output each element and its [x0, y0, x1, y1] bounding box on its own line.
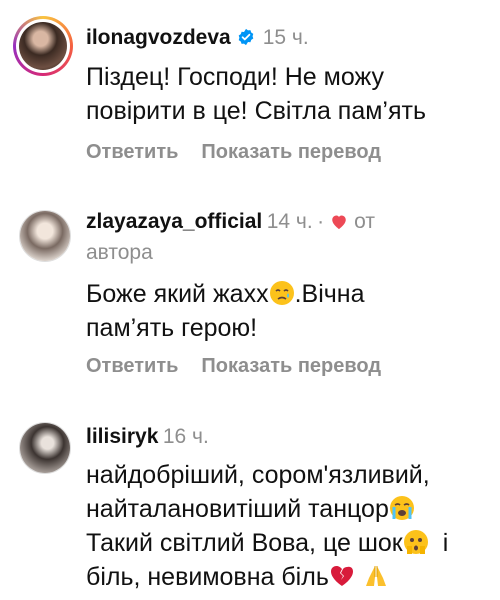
avatar-zlayazaya_official[interactable] [19, 210, 71, 262]
crying-face-icon [269, 281, 294, 305]
show-translation-button[interactable]: Показать перевод [201, 355, 381, 377]
face-holding-back-tears-icon [403, 530, 428, 554]
comment-time: 16 ч. [162, 425, 209, 448]
comment-time: 15 ч. [262, 26, 309, 49]
avatar-lilisiryk[interactable] [19, 422, 71, 474]
show-translation-button[interactable]: Показать перевод [201, 141, 381, 163]
folded-hands-icon [365, 566, 386, 586]
reply-button[interactable]: Ответить [86, 141, 178, 163]
username[interactable]: zlayazaya_official [86, 210, 262, 233]
comment-actions: Ответить Показать перевод [86, 355, 404, 378]
reply-button[interactable]: Ответить [86, 355, 178, 377]
username[interactable]: lilisiryk [86, 425, 158, 448]
comment-text-line: Боже який жахх .Вічна [86, 280, 365, 308]
heart-icon [332, 215, 346, 229]
liked-by-author-label-cont: автора [86, 241, 153, 264]
comment-text-line: повірити в це! Світла пам’ять [86, 97, 426, 125]
meta-separator: · [317, 210, 325, 233]
comment-text-line: біль, невимовна біль [86, 560, 389, 594]
broken-heart-icon [330, 566, 353, 586]
comment-actions: Ответить Показать перевод [86, 141, 404, 164]
comment-text-line: найдобріший, сором'язливий, [86, 461, 430, 489]
comment-text-line: найталановитіший танцор [86, 492, 415, 526]
username[interactable]: ilonagvozdeva [86, 26, 231, 49]
verified-badge-icon [238, 28, 253, 46]
comment-text-line: пам’ять герою! [86, 314, 258, 342]
comment-time: 14 ч. [266, 210, 313, 233]
liked-by-author-label: от [354, 210, 375, 233]
comment-text-line: Піздец! Господи! Не можу [86, 63, 384, 91]
loudly-crying-face-icon [389, 496, 414, 520]
avatar-ilonagvozdeva[interactable] [13, 16, 73, 76]
comment-text-line: Такий світлий Вова, це шок і [86, 529, 449, 557]
